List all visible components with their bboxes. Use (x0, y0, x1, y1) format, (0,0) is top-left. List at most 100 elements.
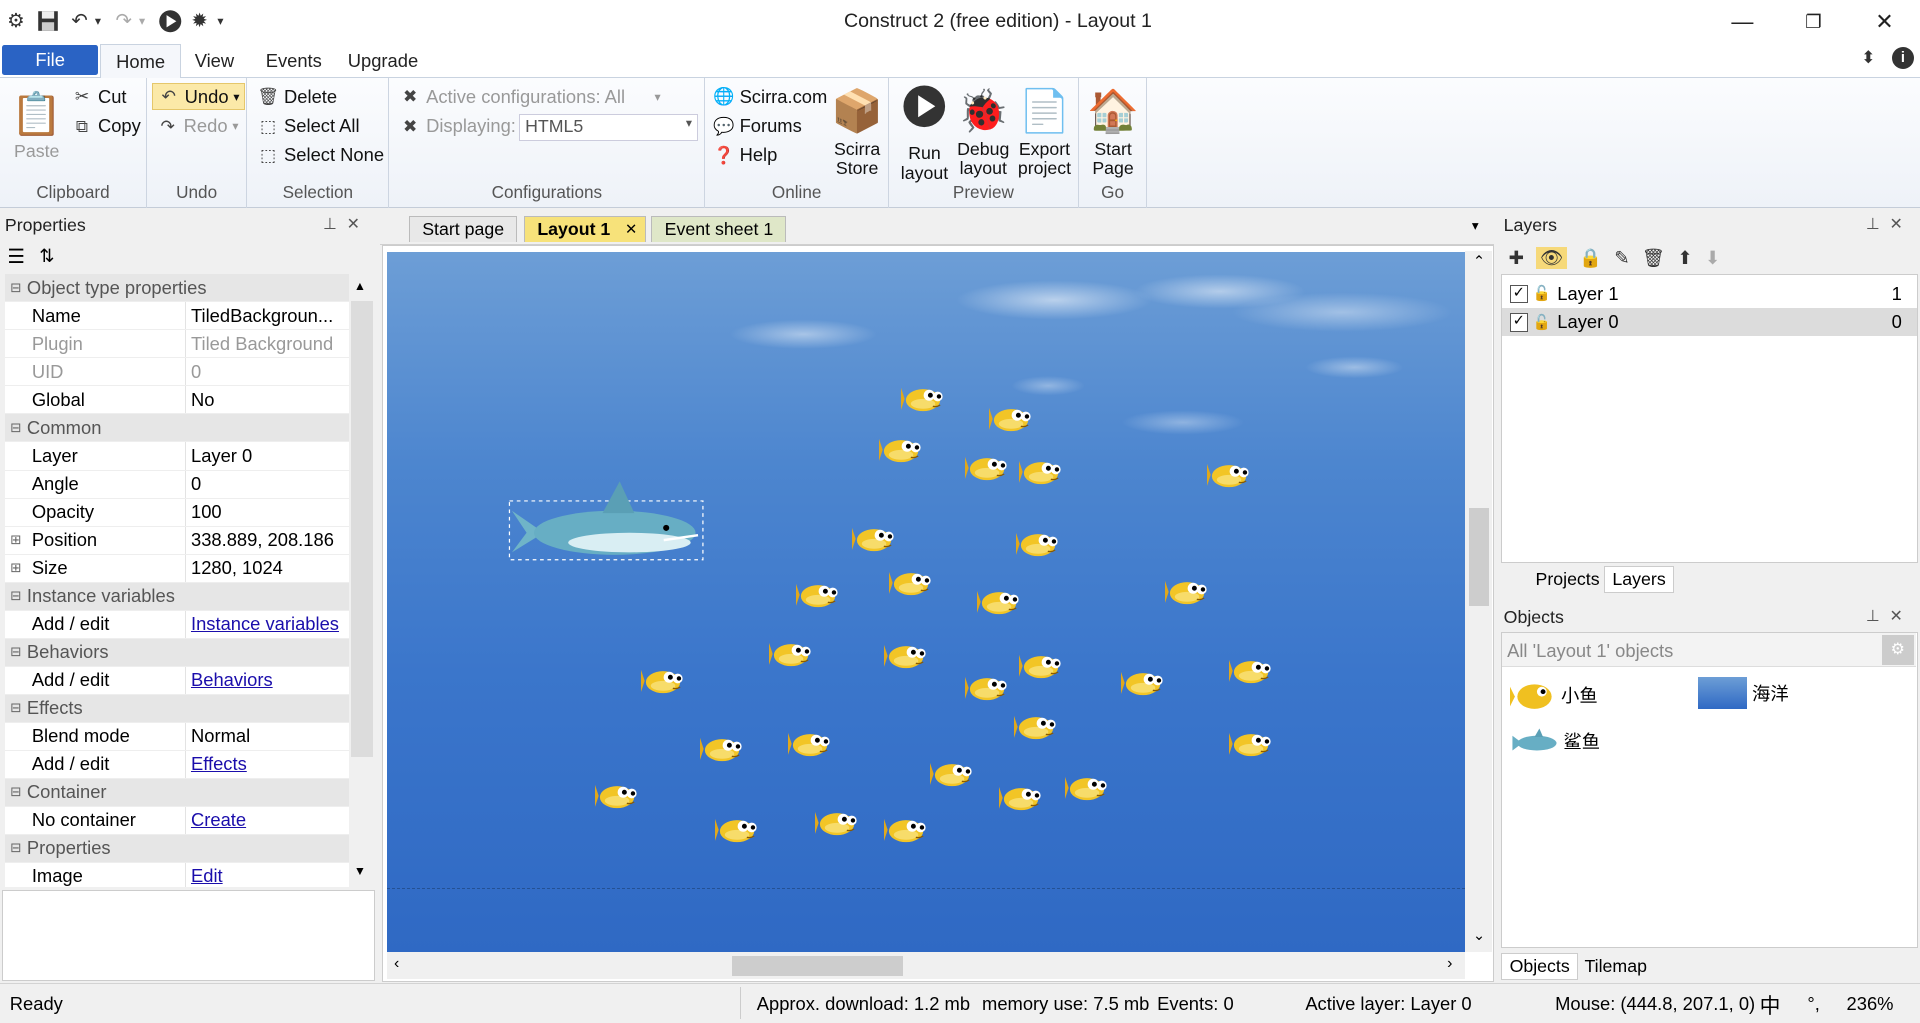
filter-settings-icon[interactable]: ⚙ (1881, 635, 1914, 665)
property-row[interactable]: Add / edit Effects (4, 750, 349, 779)
property-row[interactable]: Global No (4, 386, 349, 415)
property-link[interactable]: Edit (186, 865, 349, 886)
select-none-button[interactable]: ⬚ Select None (257, 144, 384, 166)
restore-button[interactable]: ❐ (1778, 0, 1849, 44)
tab-layers[interactable]: Layers (1604, 565, 1675, 593)
fish-sprite[interactable] (1229, 655, 1273, 687)
properties-pin-close-icons[interactable]: ⊥✕ (323, 214, 370, 234)
tab-tilemap[interactable]: Tilemap (1577, 953, 1654, 980)
collapse-icon[interactable]: ⊟ (5, 280, 27, 296)
fish-sprite[interactable] (883, 640, 928, 672)
copy-button[interactable]: ⧉ Copy (71, 115, 141, 137)
property-row[interactable]: Layer Layer 0 (4, 442, 349, 471)
property-link[interactable]: Create (186, 809, 349, 831)
tab-projects[interactable]: Projects (1528, 566, 1607, 593)
collapse-icon[interactable]: ⊟ (5, 644, 27, 660)
fish-sprite[interactable] (1229, 728, 1273, 760)
displaying-select[interactable]: HTML5 ▾ (519, 113, 698, 141)
unlocked-icon[interactable]: 🔓 (1533, 284, 1551, 304)
start-page-button[interactable]: 🏠 Start Page (1082, 83, 1143, 179)
debug-layout-button[interactable]: 🐞 Debug layout (953, 83, 1014, 179)
tab-event-sheet-1[interactable]: Event sheet 1 (651, 215, 787, 243)
edit-layer-icon[interactable]: ✎ (1614, 247, 1629, 269)
tab-objects[interactable]: Objects (1501, 952, 1579, 980)
object-item-fish[interactable]: 小鱼 (1509, 677, 1598, 714)
help-link[interactable]: ❓ Help (713, 144, 777, 166)
fish-sprite[interactable] (852, 523, 896, 555)
tab-layout-1[interactable]: Layout 1 ✕ (524, 215, 646, 243)
cut-button[interactable]: ✂ Cut (71, 86, 127, 108)
fish-sprite[interactable] (1165, 576, 1209, 608)
property-link[interactable]: Behaviors (186, 669, 349, 691)
h-scroll-left-icon[interactable]: ‹ (394, 955, 399, 973)
layer-row-0[interactable]: ✓ 🔓 Layer 0 0 (1502, 308, 1917, 337)
add-layer-icon[interactable]: ✚ (1509, 247, 1524, 269)
layer-row-1[interactable]: ✓ 🔓 Layer 1 1 (1502, 280, 1916, 308)
minimize-button[interactable]: — (1707, 0, 1778, 44)
delete-button[interactable]: 🗑 Delete (257, 86, 337, 108)
fish-sprite[interactable] (1016, 528, 1060, 560)
delete-layer-icon[interactable]: 🗑 (1642, 247, 1665, 269)
fish-sprite[interactable] (788, 728, 832, 760)
fish-sprite[interactable] (998, 782, 1043, 814)
property-row[interactable]: Name TiledBackgroun... (4, 302, 349, 331)
fish-sprite[interactable] (815, 807, 859, 839)
close-button[interactable]: ✕ (1849, 0, 1920, 44)
property-row[interactable]: Angle 0 (4, 470, 349, 499)
unlocked-icon[interactable]: 🔓 (1533, 313, 1551, 333)
property-row[interactable]: Opacity 100 (4, 498, 349, 527)
fish-sprite[interactable] (900, 383, 945, 415)
collapse-icon[interactable]: ⊟ (5, 588, 27, 604)
tab-view[interactable]: View (180, 44, 249, 78)
fish-sprite[interactable] (930, 758, 974, 790)
property-row[interactable]: UID 0 (4, 358, 349, 387)
property-category[interactable]: ⊟ Container (4, 778, 349, 807)
collapse-icon[interactable]: ⊟ (5, 700, 27, 716)
canvas-horizontal-scrollbar[interactable]: ‹ › (386, 952, 1466, 980)
properties-scrollbar[interactable]: ▲ ▼ (350, 274, 375, 887)
scroll-thumb[interactable] (351, 301, 374, 757)
fish-sprite[interactable] (594, 780, 639, 812)
property-row[interactable]: Plugin Tiled Background (4, 330, 349, 359)
fish-sprite[interactable] (700, 733, 744, 765)
expand-icon[interactable]: ⊞ (5, 560, 27, 576)
toggle-visibility-icon[interactable]: 👁 (1536, 247, 1567, 270)
run-layout-button[interactable]: Run layout (894, 83, 955, 183)
export-project-button[interactable]: 📄 Export project (1011, 83, 1077, 179)
ime-chinese-indicator[interactable]: 中 (1760, 989, 1781, 1019)
property-category[interactable]: ⊟ Behaviors (4, 638, 349, 667)
collapse-icon[interactable]: ⊟ (5, 420, 27, 436)
fish-sprite[interactable] (1207, 459, 1251, 491)
property-category[interactable]: ⊟ Common (4, 414, 349, 443)
fish-sprite[interactable] (641, 665, 685, 697)
property-row[interactable]: Add / edit Instance variables (4, 610, 349, 639)
fish-sprite[interactable] (888, 567, 933, 599)
fish-sprite[interactable] (989, 403, 1033, 435)
move-layer-up-icon[interactable]: ⬆ (1677, 247, 1692, 269)
redo-button[interactable]: ↷ Redo ▾ (157, 115, 239, 137)
property-row[interactable]: Blend mode Normal (4, 722, 349, 751)
property-category[interactable]: ⊟ Properties (4, 834, 349, 863)
fish-sprite[interactable] (976, 586, 1021, 618)
fish-sprite[interactable] (964, 452, 1009, 484)
v-scroll-down-icon[interactable]: ⌄ (1473, 927, 1485, 944)
fish-sprite[interactable] (1018, 456, 1063, 488)
fish-sprite[interactable] (883, 814, 928, 846)
property-category[interactable]: ⊟ Effects (4, 694, 349, 723)
fish-sprite[interactable] (1013, 711, 1058, 743)
tab-home[interactable]: Home (100, 44, 181, 80)
tab-upgrade[interactable]: Upgrade (333, 44, 433, 78)
undo-button[interactable]: ↶ Undo ▾ (151, 83, 246, 111)
tab-start-page[interactable]: Start page (408, 215, 518, 243)
fish-sprite[interactable] (878, 434, 923, 466)
property-row[interactable]: No container Create (4, 806, 349, 835)
ime-punctuation-indicator[interactable]: °, (1807, 993, 1819, 1015)
alphabetical-sort-icon[interactable]: ⇅ (39, 245, 54, 267)
property-row[interactable]: Add / edit Behaviors (4, 666, 349, 695)
v-scroll-up-icon[interactable]: ⌃ (1473, 253, 1485, 270)
fish-sprite[interactable] (1121, 667, 1165, 699)
property-row[interactable]: ⊞ Position 338.889, 208.186 (4, 526, 349, 555)
fish-sprite[interactable] (1065, 772, 1109, 804)
active-configurations-dropdown[interactable]: ✖ Active configurations: All ▾ (399, 86, 661, 108)
object-item-ocean[interactable]: 海洋 (1698, 676, 1789, 709)
